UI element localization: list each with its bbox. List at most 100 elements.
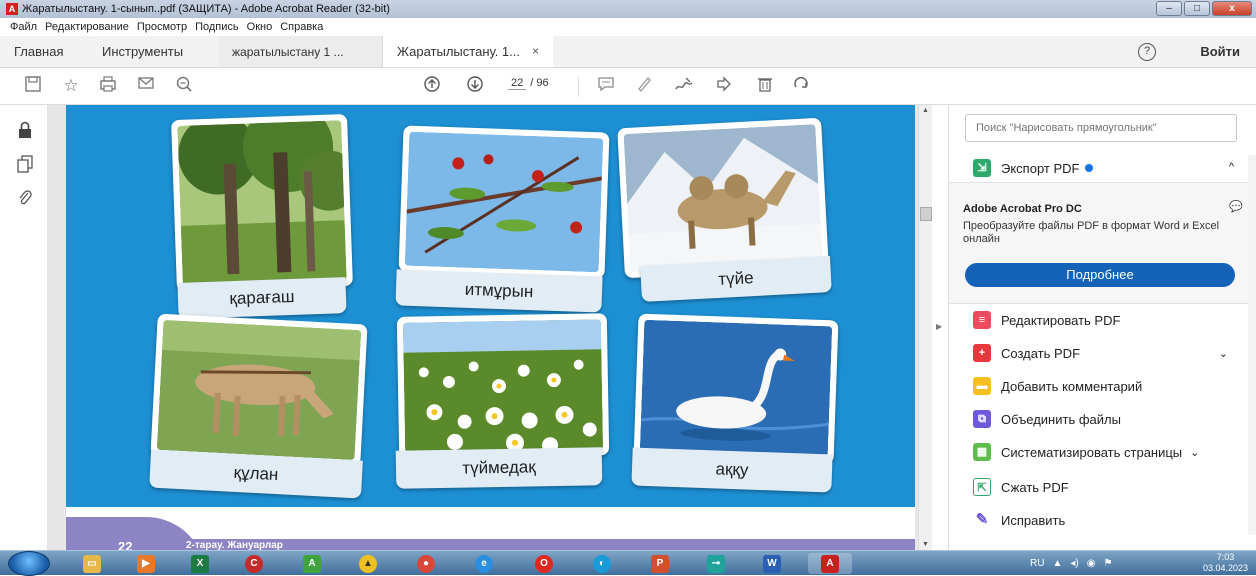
chevron-up-icon[interactable]: ^: [1229, 161, 1234, 173]
start-button[interactable]: [8, 551, 50, 576]
tool-edit-pdf[interactable]: ≡ Редактировать PDF: [973, 311, 1120, 329]
current-page-input[interactable]: 22: [508, 77, 527, 90]
taskbar-edge[interactable]: ◐: [580, 553, 624, 574]
menu-sign[interactable]: Подпись: [195, 21, 239, 33]
taskbar-powerpoint[interactable]: P: [638, 553, 682, 574]
attachment-icon[interactable]: [16, 189, 34, 207]
collapse-right-icon[interactable]: ▶: [936, 322, 942, 331]
help-icon[interactable]: ?: [1138, 43, 1156, 61]
taskbar-word[interactable]: W: [750, 553, 794, 574]
menu-view[interactable]: Просмотр: [137, 21, 187, 33]
swan-photo: [639, 319, 833, 459]
network-icon[interactable]: ◉: [1087, 558, 1096, 569]
export-pdf-label: Экспорт PDF: [1001, 160, 1080, 176]
taskbar-app-c[interactable]: C: [232, 553, 276, 574]
tool-fix[interactable]: ✎ Исправить: [973, 511, 1065, 529]
pdf-page: қарағаш итмұрын түйе құлан түймедақ аққу…: [66, 105, 915, 550]
menu-help[interactable]: Справка: [280, 21, 323, 33]
minimize-button[interactable]: –: [1156, 1, 1182, 16]
scroll-up-icon[interactable]: ▲: [922, 107, 929, 114]
login-button[interactable]: Войти: [1200, 44, 1240, 59]
scroll-thumb[interactable]: [920, 207, 932, 221]
chamomile-photo: [402, 319, 604, 453]
bookmark-star-icon[interactable]: ☆: [60, 75, 82, 97]
menu-window[interactable]: Окно: [247, 21, 273, 33]
taskbar-chrome[interactable]: ●: [404, 553, 448, 574]
save-icon[interactable]: [22, 75, 44, 97]
tools-search-input[interactable]: [965, 114, 1237, 142]
previous-page-icon[interactable]: [421, 75, 443, 97]
menu-file[interactable]: Файл: [10, 21, 37, 33]
sign-icon[interactable]: [673, 75, 695, 97]
email-icon[interactable]: [135, 75, 157, 97]
taskbar-opera[interactable]: O: [522, 553, 566, 574]
chevron-down-icon-2[interactable]: ⌄: [1190, 446, 1199, 459]
tab-close-icon[interactable]: ×: [532, 44, 539, 58]
share-icon[interactable]: [713, 75, 735, 97]
taskbar-app-a[interactable]: A: [290, 553, 334, 574]
card-chamomile: [396, 313, 610, 459]
scroll-down-icon[interactable]: ▼: [922, 541, 929, 548]
tool-create-pdf[interactable]: + Создать PDF: [973, 344, 1080, 362]
tool-combine-files[interactable]: ⧉ Объединить файлы: [973, 410, 1121, 428]
promo-title: Adobe Acrobat Pro DC: [963, 203, 1082, 215]
tool-organize-pages[interactable]: ▦ Систематизировать страницы ⌄: [973, 443, 1199, 461]
card-label-swan: аққу: [631, 447, 833, 493]
tool-compress-pdf-label: Сжать PDF: [1001, 479, 1069, 495]
learn-more-button[interactable]: Подробнее: [965, 263, 1235, 287]
organize-pages-icon: ▦: [973, 443, 991, 461]
promo-description: Преобразуйте файлы PDF в формат Word и E…: [963, 220, 1220, 245]
card-camel: [617, 117, 829, 279]
taskbar-excel[interactable]: X: [178, 553, 222, 574]
tab-document-1[interactable]: жаратылыстану 1 ...: [218, 36, 383, 67]
taskbar-acrobat[interactable]: A: [808, 553, 852, 574]
tab-document-2[interactable]: Жаратылыстану. 1... ×: [383, 36, 553, 67]
tool-create-pdf-label: Создать PDF: [1001, 345, 1081, 361]
maximize-button[interactable]: □: [1184, 1, 1210, 16]
export-pdf-item[interactable]: ⇲ Экспорт PDF: [973, 159, 1094, 177]
language-indicator[interactable]: RU: [1030, 558, 1044, 569]
taskbar-ie[interactable]: e: [462, 553, 506, 574]
rotate-icon[interactable]: [790, 75, 812, 97]
pages-icon[interactable]: [16, 155, 34, 173]
panel-scrollbar[interactable]: [1248, 155, 1256, 535]
tool-fix-label: Исправить: [1001, 512, 1066, 528]
next-page-icon[interactable]: [464, 75, 486, 97]
tab-home[interactable]: Главная: [0, 36, 88, 67]
toolbar: ☆ 22/ 96: [0, 69, 1256, 105]
excel-icon: X: [191, 554, 209, 573]
delete-icon[interactable]: [754, 75, 776, 97]
create-pdf-icon: +: [973, 344, 991, 362]
combine-files-icon: ⧉: [973, 410, 991, 428]
taskbar-app-key[interactable]: ⊸: [694, 553, 738, 574]
window-title: Жаратылыстану. 1-сынып..pdf (ЗАЩИТА) - A…: [22, 3, 390, 15]
lock-icon[interactable]: [16, 121, 34, 139]
tray-expand-icon[interactable]: ▲: [1052, 558, 1062, 569]
section-bar: 2-тарау. Жануарлар: [166, 539, 915, 550]
flag-icon[interactable]: ⚑: [1103, 558, 1112, 569]
clock[interactable]: 7:03 03.04.2023: [1203, 552, 1248, 574]
document-scrollbar[interactable]: ▲ ▼: [918, 105, 932, 550]
close-button[interactable]: x: [1212, 1, 1252, 16]
tool-compress-pdf[interactable]: ⇱ Сжать PDF: [973, 478, 1069, 496]
comment-small-icon[interactable]: 💬: [1229, 200, 1243, 213]
taskbar-app-warning[interactable]: ▲: [346, 553, 390, 574]
menu-edit[interactable]: Редактирование: [45, 21, 129, 33]
print-icon[interactable]: [97, 75, 119, 97]
taskbar-explorer[interactable]: ▭: [70, 553, 114, 574]
tool-organize-pages-label: Систематизировать страницы: [1001, 444, 1183, 460]
chevron-down-icon[interactable]: ⌄: [1219, 347, 1228, 360]
tab-tools[interactable]: Инструменты: [88, 36, 218, 67]
tool-add-comment-label: Добавить комментарий: [1001, 378, 1143, 394]
zoom-search-icon[interactable]: [173, 75, 195, 97]
taskbar: ▭ ▶ X C A ▲ ● e O ◐ P ⊸ W A RU ▲ ◂) ◉ ⚑ …: [0, 550, 1256, 576]
tool-add-comment[interactable]: ▬ Добавить комментарий: [973, 377, 1142, 395]
compress-pdf-icon: ⇱: [973, 478, 991, 496]
powerpoint-icon: P: [651, 554, 669, 573]
card-kulan: [150, 313, 368, 467]
volume-icon[interactable]: ◂): [1070, 558, 1078, 569]
toolbar-divider: [578, 77, 579, 97]
taskbar-media[interactable]: ▶: [124, 553, 168, 574]
comment-icon[interactable]: [595, 75, 617, 97]
highlight-pen-icon[interactable]: [633, 75, 655, 97]
